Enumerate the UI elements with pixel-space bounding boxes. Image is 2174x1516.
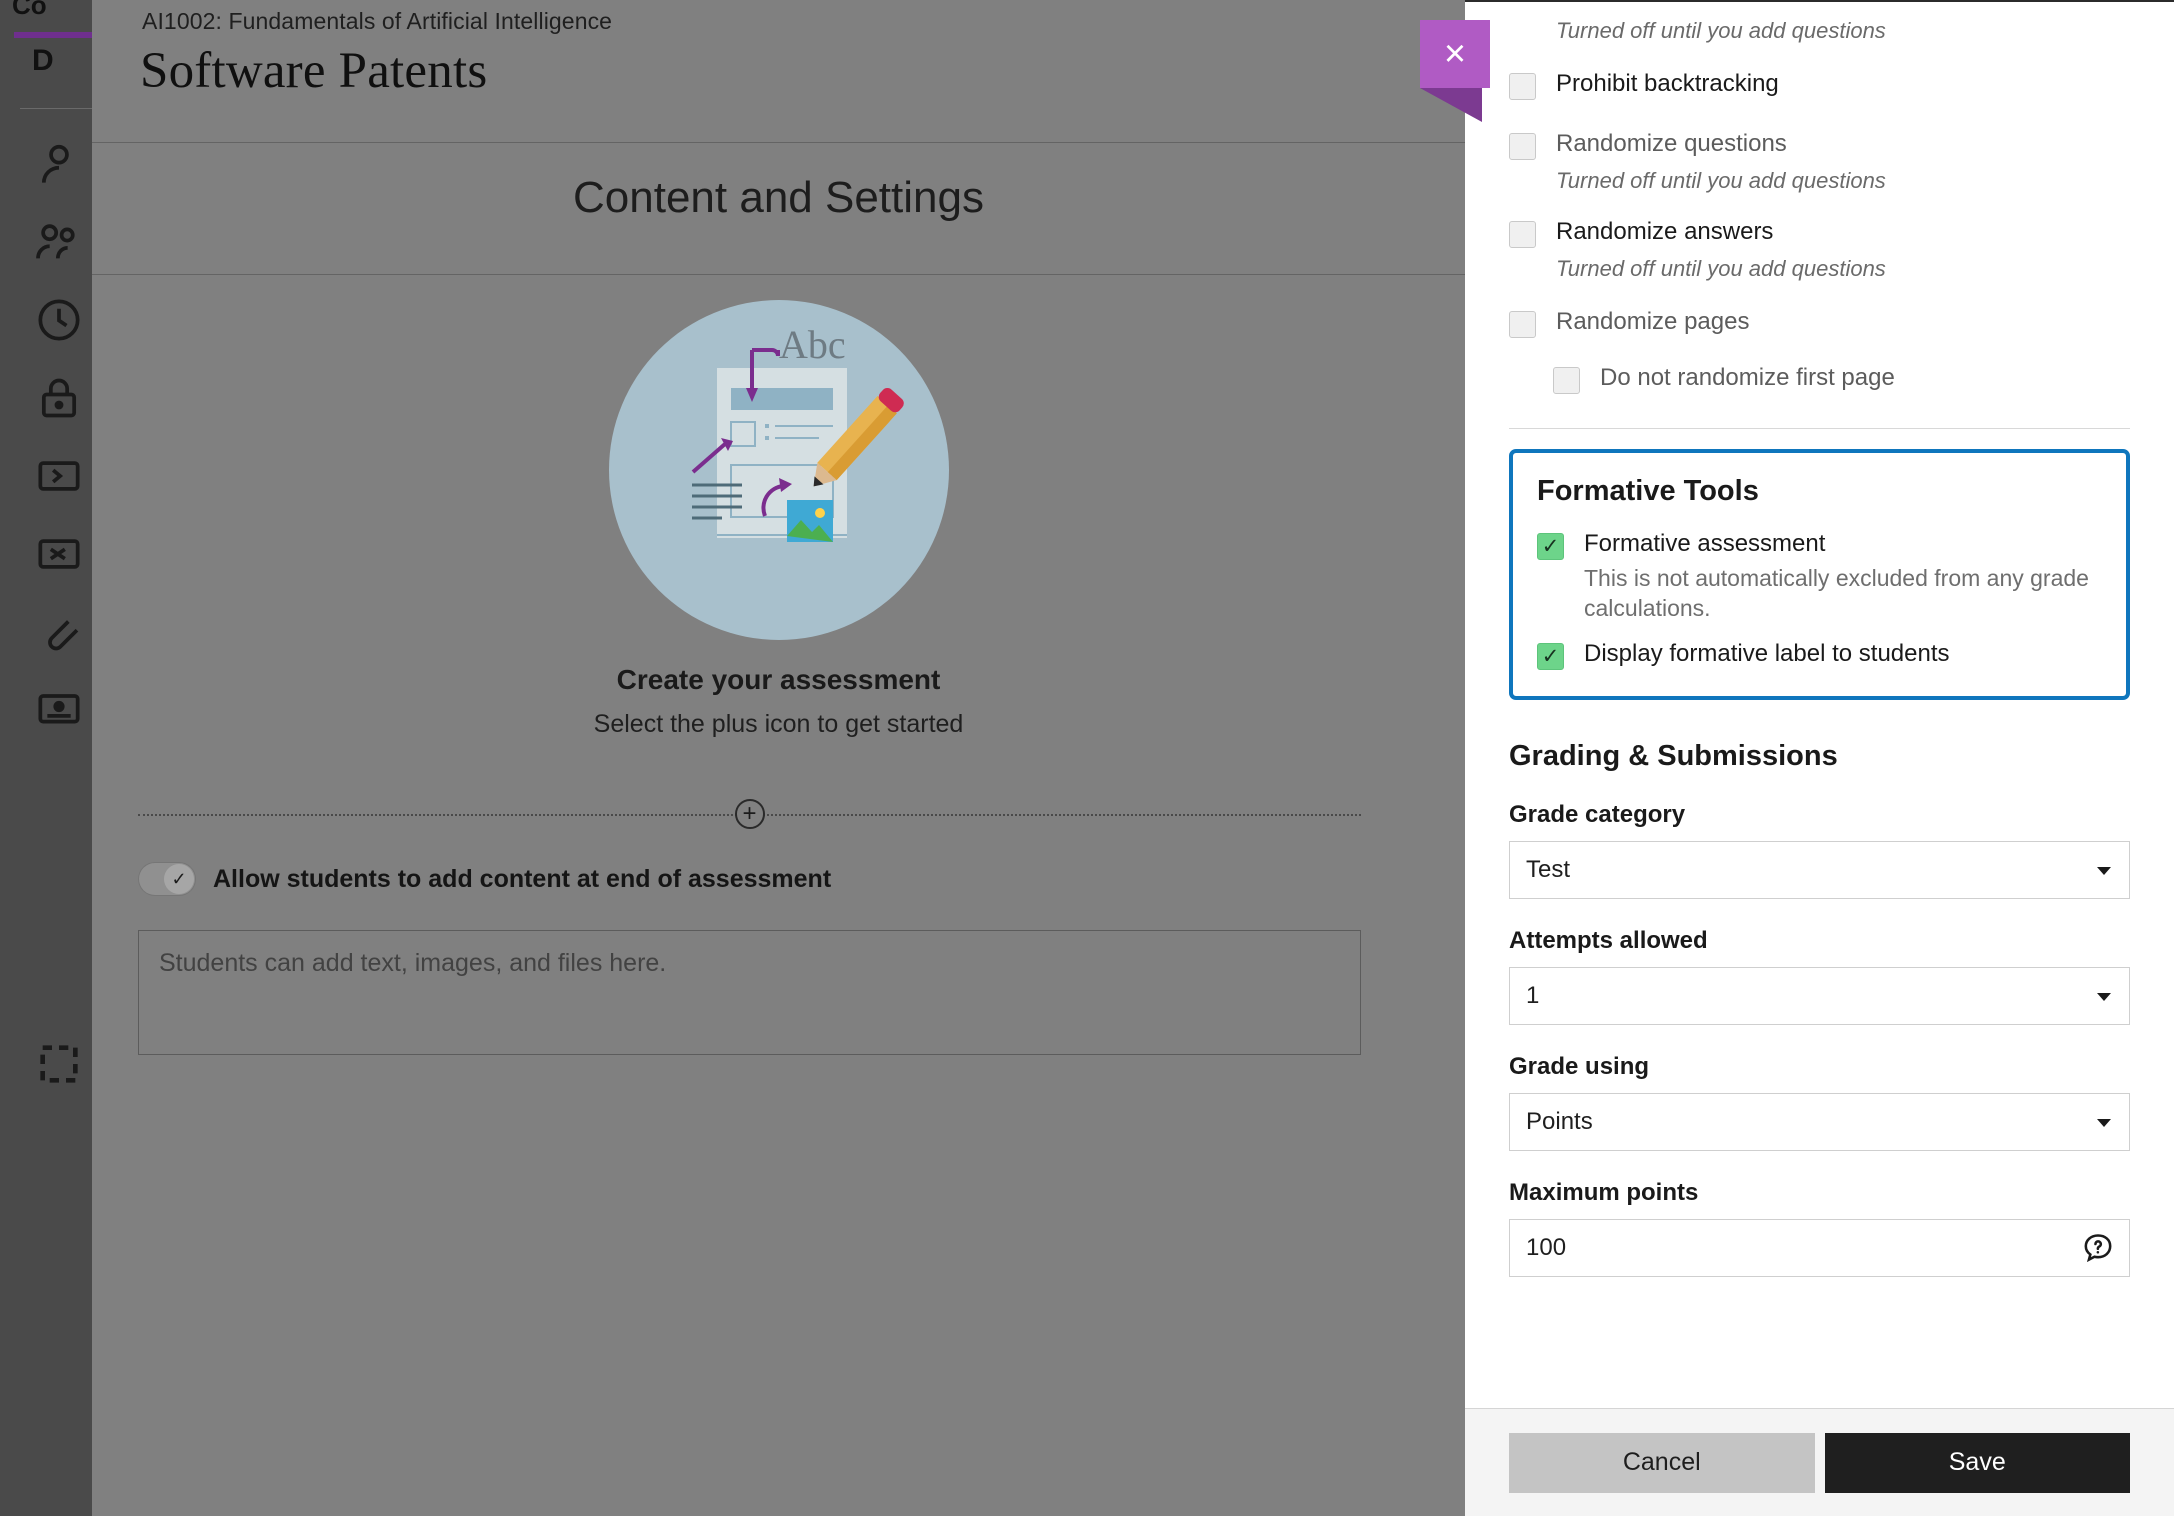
empty-state: Abc bbox=[92, 300, 1465, 739]
grade-category-label: Grade category bbox=[1509, 801, 2130, 829]
grade-using-value: Points bbox=[1526, 1108, 1593, 1136]
option-note: This is not automatically excluded from … bbox=[1584, 564, 2102, 624]
option-hint: Turned off until you add questions bbox=[1556, 256, 2130, 282]
empty-state-subtext: Select the plus icon to get started bbox=[594, 710, 964, 739]
option-label: Formative assessment bbox=[1584, 530, 2102, 558]
option-label: Randomize questions bbox=[1556, 130, 1787, 158]
checkbox[interactable]: ✓ bbox=[1537, 643, 1564, 670]
add-content-button[interactable]: + bbox=[735, 799, 765, 829]
cutoff-option-hint: Turned off until you add questions bbox=[1556, 18, 2130, 44]
page-title: Software Patents bbox=[140, 42, 487, 100]
option-randomize-pages[interactable]: Randomize pages bbox=[1509, 308, 2130, 338]
option-randomize-answers[interactable]: Randomize answers bbox=[1509, 218, 2130, 248]
assessment-illustration: Abc bbox=[609, 300, 949, 640]
breadcrumb: AI1002: Fundamentals of Artificial Intel… bbox=[142, 8, 612, 35]
close-button[interactable]: × bbox=[1420, 20, 1490, 88]
checkbox[interactable] bbox=[1509, 221, 1536, 248]
grade-using-label: Grade using bbox=[1509, 1053, 2130, 1081]
save-button[interactable]: Save bbox=[1825, 1433, 2131, 1493]
illustration-art: Abc bbox=[609, 300, 949, 640]
settings-panel: Turned off until you add questions Prohi… bbox=[1465, 0, 2174, 1516]
person-icon[interactable] bbox=[30, 136, 88, 192]
checkbox[interactable]: ✓ bbox=[1537, 533, 1564, 560]
cancel-button[interactable]: Cancel bbox=[1509, 1433, 1815, 1493]
option-label: Display formative label to students bbox=[1584, 640, 1950, 668]
checkbox[interactable] bbox=[1509, 311, 1536, 338]
option-randomize-questions[interactable]: Randomize questions bbox=[1509, 130, 2130, 160]
screen-root: Co D bbox=[0, 0, 2174, 1516]
grade-category-value: Test bbox=[1526, 856, 1570, 884]
nav-divider bbox=[20, 108, 92, 109]
nav-partial-label-details: D bbox=[32, 44, 54, 78]
maximum-points-label: Maximum points bbox=[1509, 1179, 2130, 1207]
option-display-formative-label[interactable]: ✓ Display formative label to students bbox=[1537, 640, 2102, 670]
option-label: Randomize answers bbox=[1556, 218, 1773, 246]
chevron-down-icon bbox=[2097, 993, 2111, 1001]
course-nav-column: Co D bbox=[0, 0, 92, 1516]
presentation-icon[interactable] bbox=[30, 682, 88, 738]
svg-text:Abc: Abc bbox=[779, 322, 846, 367]
allow-student-content-label: Allow students to add content at end of … bbox=[213, 865, 831, 894]
toggle-knob: ✓ bbox=[164, 864, 194, 894]
maximum-points-value: 100 bbox=[1526, 1234, 1566, 1262]
student-content-area[interactable]: Students can add text, images, and files… bbox=[138, 930, 1361, 1055]
option-hint: Turned off until you add questions bbox=[1556, 168, 2130, 194]
option-label: Prohibit backtracking bbox=[1556, 70, 1779, 98]
allow-student-content-row[interactable]: ✓ Allow students to add content at end o… bbox=[138, 862, 831, 896]
assessment-content-pane: AI1002: Fundamentals of Artificial Intel… bbox=[92, 0, 1465, 1516]
clock-icon[interactable] bbox=[30, 292, 88, 348]
content-settings-header: Content and Settings bbox=[92, 143, 1465, 275]
option-prohibit-backtracking[interactable]: Prohibit backtracking bbox=[1509, 70, 2130, 100]
allow-student-content-toggle[interactable]: ✓ bbox=[138, 862, 196, 896]
attempts-allowed-select[interactable]: 1 bbox=[1509, 967, 2130, 1025]
student-content-placeholder: Students can add text, images, and files… bbox=[159, 949, 666, 978]
formative-tools-card: Formative Tools ✓ Formative assessment T… bbox=[1509, 449, 2130, 700]
maximum-points-input[interactable]: 100 bbox=[1509, 1219, 2130, 1277]
help-bubble-icon[interactable] bbox=[2081, 1231, 2115, 1265]
chevron-down-icon bbox=[2097, 1119, 2111, 1127]
option-label: Randomize pages bbox=[1556, 308, 1749, 336]
empty-state-heading: Create your assessment bbox=[617, 664, 941, 696]
group-icon[interactable] bbox=[30, 214, 88, 270]
close-icon: × bbox=[1420, 20, 1490, 88]
grade-category-select[interactable]: Test bbox=[1509, 841, 2130, 899]
section-title: Content and Settings bbox=[92, 173, 1465, 223]
option-label: Do not randomize first page bbox=[1600, 364, 1895, 392]
formula-icon[interactable] bbox=[30, 526, 88, 582]
dashed-placeholder-icon[interactable] bbox=[30, 1036, 88, 1092]
option-formative-assessment[interactable]: ✓ Formative assessment This is not autom… bbox=[1537, 530, 2102, 624]
paperclip-icon[interactable] bbox=[30, 604, 88, 660]
checkbox[interactable] bbox=[1553, 367, 1580, 394]
attempts-allowed-label: Attempts allowed bbox=[1509, 927, 2130, 955]
section-divider bbox=[1509, 428, 2130, 429]
settings-scroll-area[interactable]: Turned off until you add questions Prohi… bbox=[1465, 0, 2174, 1408]
grading-submissions-title: Grading & Submissions bbox=[1509, 740, 2130, 773]
modal-header: AI1002: Fundamentals of Artificial Intel… bbox=[92, 0, 1465, 143]
code-icon[interactable] bbox=[30, 448, 88, 504]
nav-partial-label-course: Co bbox=[12, 0, 47, 21]
grade-using-select[interactable]: Points bbox=[1509, 1093, 2130, 1151]
chevron-down-icon bbox=[2097, 867, 2111, 875]
add-content-divider: + bbox=[138, 814, 1361, 816]
formative-tools-title: Formative Tools bbox=[1537, 475, 2102, 508]
lock-icon[interactable] bbox=[30, 370, 88, 426]
attempts-allowed-value: 1 bbox=[1526, 982, 1539, 1010]
checkbox[interactable] bbox=[1509, 73, 1536, 100]
checkbox[interactable] bbox=[1509, 133, 1536, 160]
panel-footer: Cancel Save bbox=[1465, 1408, 2174, 1516]
option-do-not-randomize-first-page[interactable]: Do not randomize first page bbox=[1553, 364, 2130, 394]
nav-active-accent bbox=[14, 32, 92, 38]
